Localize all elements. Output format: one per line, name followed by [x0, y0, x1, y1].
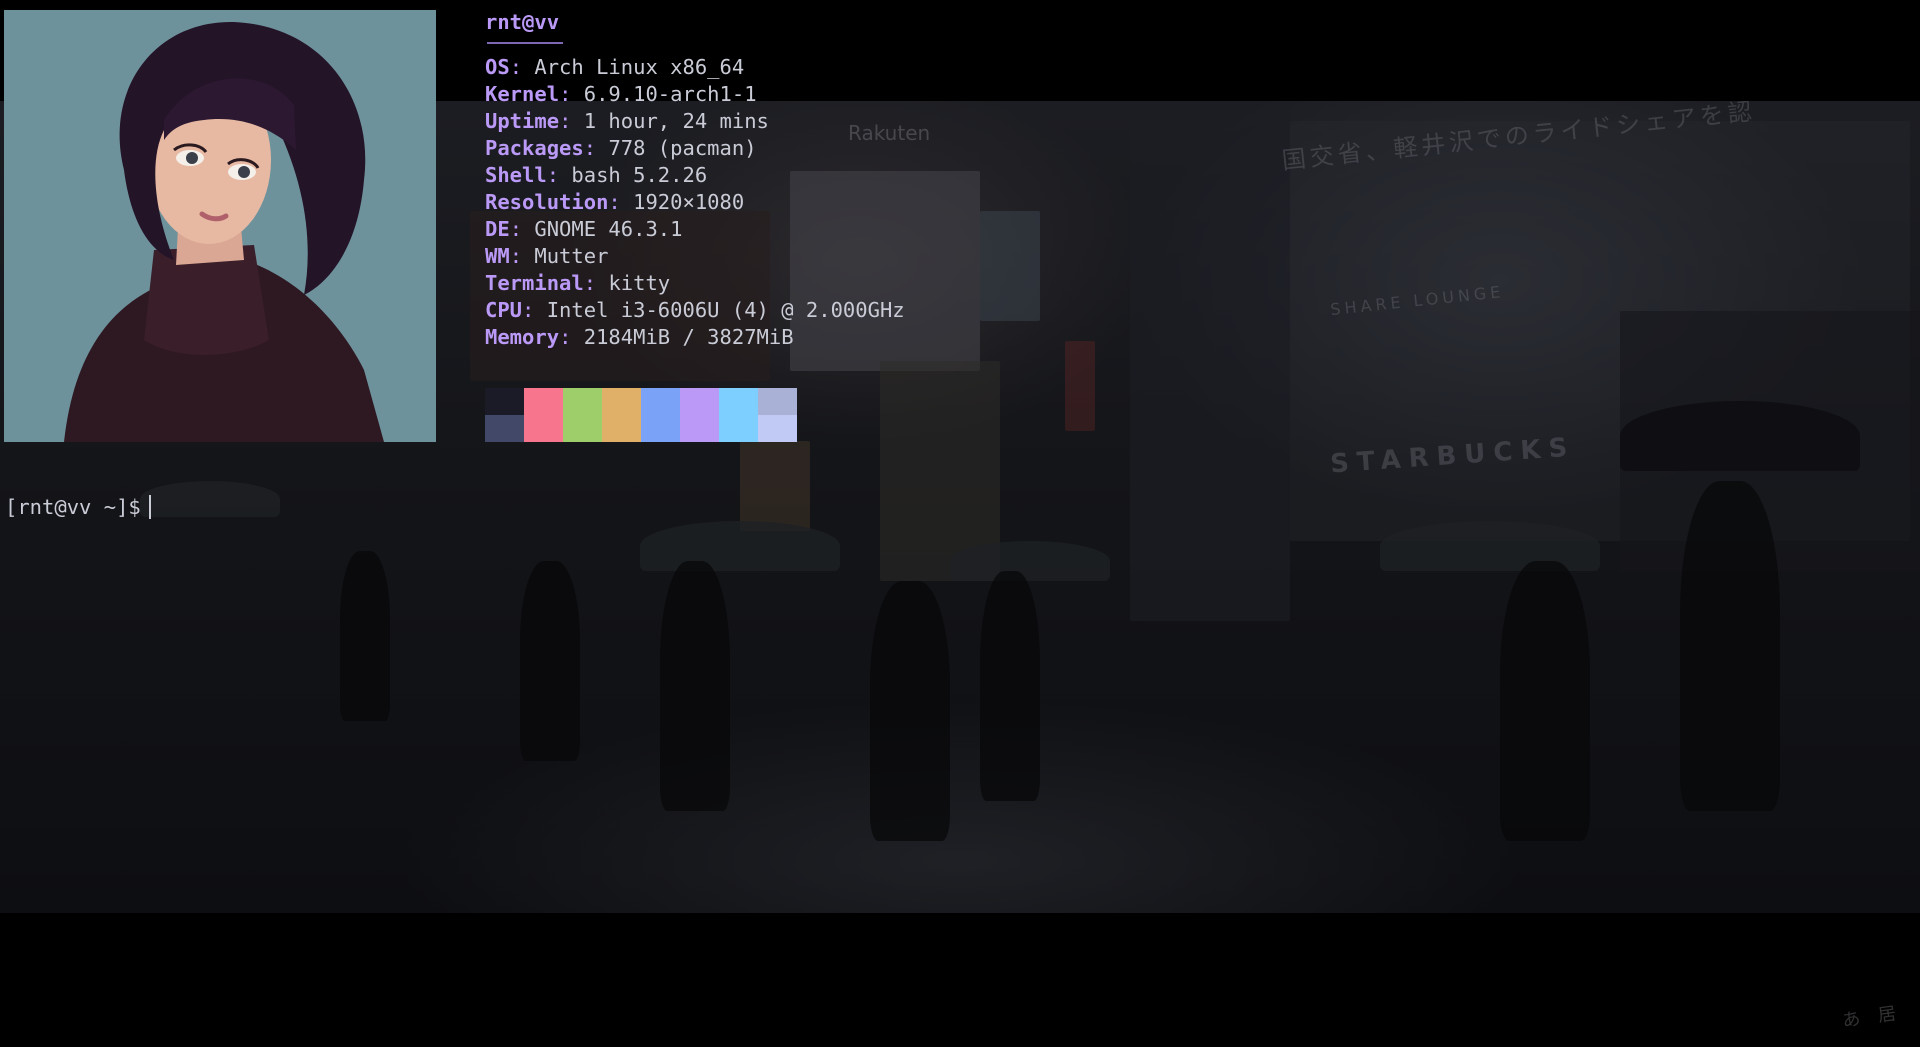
system-info-panel: rnt@vv OS: Arch Linux x86_64 Kernel: 6.9.…: [485, 9, 905, 351]
info-value: kitty: [608, 271, 671, 295]
info-separator: :: [546, 163, 572, 187]
info-value: 1920×1080: [633, 190, 745, 214]
info-value: 2184MiB / 3827MiB: [583, 325, 794, 349]
palette-swatch-top-5: [680, 388, 719, 415]
info-row-kernel: Kernel: 6.9.10-arch1-1: [485, 81, 905, 108]
info-value: bash 5.2.26: [571, 163, 708, 187]
info-key: OS: [485, 55, 510, 79]
palette-swatch-bottom-7: [758, 415, 797, 442]
palette-swatch-bottom-6: [719, 415, 758, 442]
info-separator: :: [509, 244, 535, 268]
info-key: Packages: [485, 136, 584, 160]
billboard: [740, 441, 810, 531]
billboard: [980, 211, 1040, 321]
billboard: [1130, 101, 1290, 621]
color-palette: [485, 388, 797, 442]
pedestrian: [870, 581, 950, 841]
info-value: 6.9.10-arch1-1: [583, 82, 757, 106]
umbrella: [640, 521, 840, 571]
info-row-memory: Memory: 2184MiB / 3827MiB: [485, 324, 905, 351]
info-row-os: OS: Arch Linux x86_64: [485, 54, 905, 81]
palette-swatch-bottom-5: [680, 415, 719, 442]
info-key: Shell: [485, 163, 547, 187]
palette-swatch-top-7: [758, 388, 797, 415]
billboard: [1065, 341, 1095, 431]
info-row-wm: WM: Mutter: [485, 243, 905, 270]
text-cursor: [148, 495, 151, 519]
info-separator: :: [509, 217, 535, 241]
info-separator: :: [583, 136, 609, 160]
info-row-resolution: Resolution: 1920×1080: [485, 189, 905, 216]
palette-swatch-top-4: [641, 388, 680, 415]
info-key: DE: [485, 217, 510, 241]
umbrella: [950, 541, 1110, 581]
info-separator: :: [509, 55, 535, 79]
info-row-terminal: Terminal: kitty: [485, 270, 905, 297]
info-rows: OS: Arch Linux x86_64 Kernel: 6.9.10-arch…: [485, 54, 905, 351]
info-row-packages: Packages: 778 (pacman): [485, 135, 905, 162]
palette-swatch-top-6: [719, 388, 758, 415]
umbrella: [1620, 401, 1860, 471]
info-separator: :: [559, 325, 584, 349]
palette-swatch-top-3: [602, 388, 641, 415]
info-row-cpu: CPU: Intel i3-6006U (4) @ 2.000GHz: [485, 297, 905, 324]
title-underline: [487, 42, 563, 44]
info-value: Arch Linux x86_64: [534, 55, 745, 79]
info-separator: :: [583, 271, 609, 295]
info-row-shell: Shell: bash 5.2.26: [485, 162, 905, 189]
info-row-uptime: Uptime: 1 hour, 24 mins: [485, 108, 905, 135]
info-separator: :: [522, 298, 547, 322]
avatar-portrait: [4, 10, 436, 442]
umbrella: [1380, 521, 1600, 571]
prompt-text: [rnt@vv ~]$: [5, 495, 141, 519]
wallpaper-signature: あ 居: [1841, 1003, 1898, 1032]
info-key: Terminal: [485, 271, 584, 295]
info-key: Resolution: [485, 190, 609, 214]
info-row-de: DE: GNOME 46.3.1: [485, 216, 905, 243]
palette-swatch-bottom-1: [524, 415, 563, 442]
info-value: Intel i3-6006U (4) @ 2.000GHz: [546, 298, 905, 322]
pedestrian: [520, 561, 580, 761]
info-key: WM: [485, 244, 510, 268]
palette-swatch-bottom-4: [641, 415, 680, 442]
palette-swatch-bottom-3: [602, 415, 641, 442]
palette-swatch-bottom-0: [485, 415, 524, 442]
avatar-illustration: [4, 10, 436, 442]
info-value: Mutter: [534, 244, 609, 268]
info-key: Kernel: [485, 82, 560, 106]
info-value: 1 hour, 24 mins: [583, 109, 769, 133]
pedestrian: [980, 571, 1040, 801]
info-key: Memory: [485, 325, 560, 349]
palette-swatch-top-1: [524, 388, 563, 415]
info-value: GNOME 46.3.1: [534, 217, 683, 241]
palette-swatch-top-0: [485, 388, 524, 415]
palette-swatch-bottom-2: [563, 415, 602, 442]
umbrella: [140, 481, 280, 517]
info-key: Uptime: [485, 109, 560, 133]
info-separator: :: [559, 109, 584, 133]
info-key: CPU: [485, 298, 523, 322]
pedestrian: [660, 561, 730, 811]
pedestrian: [340, 551, 390, 721]
pedestrian: [1680, 481, 1780, 811]
pedestrian: [1500, 561, 1590, 841]
info-separator: :: [559, 82, 584, 106]
info-value: 778 (pacman): [608, 136, 757, 160]
user-host-title: rnt@vv: [485, 10, 560, 34]
palette-swatch-top-2: [563, 388, 602, 415]
shell-prompt[interactable]: [rnt@vv ~]$: [5, 494, 151, 521]
info-separator: :: [608, 190, 634, 214]
